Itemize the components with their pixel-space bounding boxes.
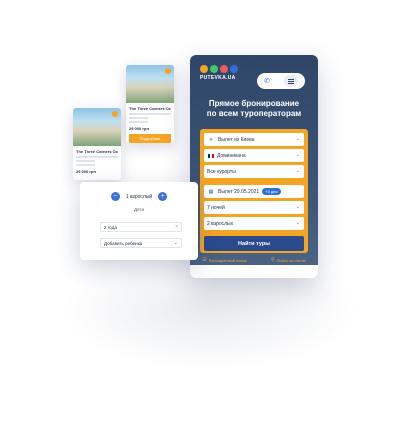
search-icon: ⚲ <box>271 257 275 263</box>
phone-footer: ☰ Расширенный поиск ⚲ Поиск по отелю <box>190 250 318 270</box>
logo-dot <box>200 65 208 73</box>
minus-button[interactable]: − <box>110 192 120 201</box>
hotel-details-button[interactable]: Подробнее <box>129 134 171 143</box>
logo-dot <box>230 65 238 73</box>
adults-count: 1 взрослый <box>125 193 153 200</box>
hotel-detail-line <box>129 113 171 115</box>
nights-value: 7 ночей <box>207 204 225 211</box>
nights-select[interactable]: 7 ночей ⌄ <box>204 201 304 214</box>
phone-icon[interactable]: ✆ <box>264 77 270 85</box>
add-child-select[interactable]: Добавить ребенка ⌄ <box>100 238 182 248</box>
date-value: Вылет 29.05.2021 <box>218 188 260 195</box>
logo-dot <box>210 65 218 73</box>
country-select[interactable]: Доминикана ⌄ <box>204 149 304 162</box>
guests-select[interactable]: 2 взрослых ⌄ <box>204 217 304 230</box>
calendar-icon: ▦ <box>208 188 214 195</box>
hotel-name: The Three Corners Ocean View <box>76 149 118 154</box>
hotel-card[interactable]: The Three Corners Ocean View 29 000 грн … <box>126 65 174 143</box>
hotel-price: 29 000 грн <box>129 126 149 131</box>
hotel-search-label: Поиск по отелю <box>276 257 306 263</box>
logo-mark <box>200 65 240 73</box>
search-button[interactable]: Найти туры <box>204 236 304 251</box>
hotel-detail-line <box>129 117 149 119</box>
hotel-price: 29 000 грн <box>76 169 96 174</box>
hotel-detail-line <box>76 164 96 166</box>
chevron-down-icon: ⌄ <box>295 136 300 142</box>
hotel-name: The Three Corners Ocean View <box>129 106 171 111</box>
plane-icon: ✈ <box>208 136 214 143</box>
remove-child-icon[interactable]: × <box>175 224 178 230</box>
hotel-card[interactable]: The Three Corners Ocean View 29 000 грн <box>73 108 121 180</box>
chevron-down-icon: ⌄ <box>173 240 178 246</box>
date-range-badge[interactable]: +3 дня <box>262 188 281 195</box>
guests-popup: − 1 взрослый + Дети 2 года × Добавить ре… <box>80 182 198 260</box>
filter-icon: ☰ <box>202 257 207 263</box>
children-label: Дети <box>134 207 144 212</box>
search-form: ✈ Вылет из Киева ⌄ Доминикана ⌄ Все куро… <box>200 129 308 253</box>
hotel-photo <box>126 65 174 103</box>
plus-button[interactable]: + <box>158 192 168 201</box>
resort-value: Все курорты <box>207 168 236 175</box>
favorite-icon[interactable] <box>112 111 118 117</box>
hamburger-icon[interactable] <box>283 75 298 87</box>
phone-mockup: PUTEVKA.UA ✆ Прямое бронирование по всем… <box>190 55 318 278</box>
logo[interactable]: PUTEVKA.UA <box>200 65 240 81</box>
resort-select[interactable]: Все курорты ⌄ <box>204 165 304 178</box>
departure-value: Вылет из Киева <box>218 136 255 143</box>
guests-value: 2 взрослых <box>207 220 234 227</box>
child-age-field[interactable]: 2 года × <box>100 222 182 232</box>
hotel-detail-line <box>76 156 118 158</box>
country-value: Доминикана <box>217 152 246 159</box>
logo-dot <box>220 65 228 73</box>
hotel-detail-line <box>76 160 96 162</box>
hero-title-line: Прямое бронирование <box>208 99 300 108</box>
hero-title: Прямое бронирование по всем туроператора… <box>190 99 318 119</box>
departure-select[interactable]: ✈ Вылет из Киева ⌄ <box>204 133 304 146</box>
favorite-icon[interactable] <box>165 68 171 74</box>
chevron-down-icon: ⌄ <box>295 152 300 158</box>
chevron-down-icon: ⌄ <box>295 220 300 226</box>
hotel-search-link[interactable]: ⚲ Поиск по отелю <box>271 257 306 263</box>
hotel-detail-line <box>129 121 149 123</box>
advanced-search-label: Расширенный поиск <box>208 257 247 263</box>
advanced-search-link[interactable]: ☰ Расширенный поиск <box>202 257 246 263</box>
contact-pill[interactable]: ✆ <box>257 73 305 89</box>
chevron-down-icon: ⌄ <box>295 168 300 174</box>
hero-title-line: по всем туроператорам <box>206 109 302 118</box>
country-flag-icon <box>208 153 214 158</box>
hotel-photo <box>73 108 121 146</box>
adults-stepper: − 1 взрослый + <box>80 192 198 201</box>
chevron-down-icon: ⌄ <box>295 204 300 210</box>
add-child-label: Добавить ребенка <box>104 240 143 246</box>
logo-text: PUTEVKA.UA <box>200 75 236 81</box>
date-picker[interactable]: ▦ Вылет 29.05.2021 +3 дня <box>204 185 304 198</box>
child-age-value: 2 года <box>104 224 117 230</box>
